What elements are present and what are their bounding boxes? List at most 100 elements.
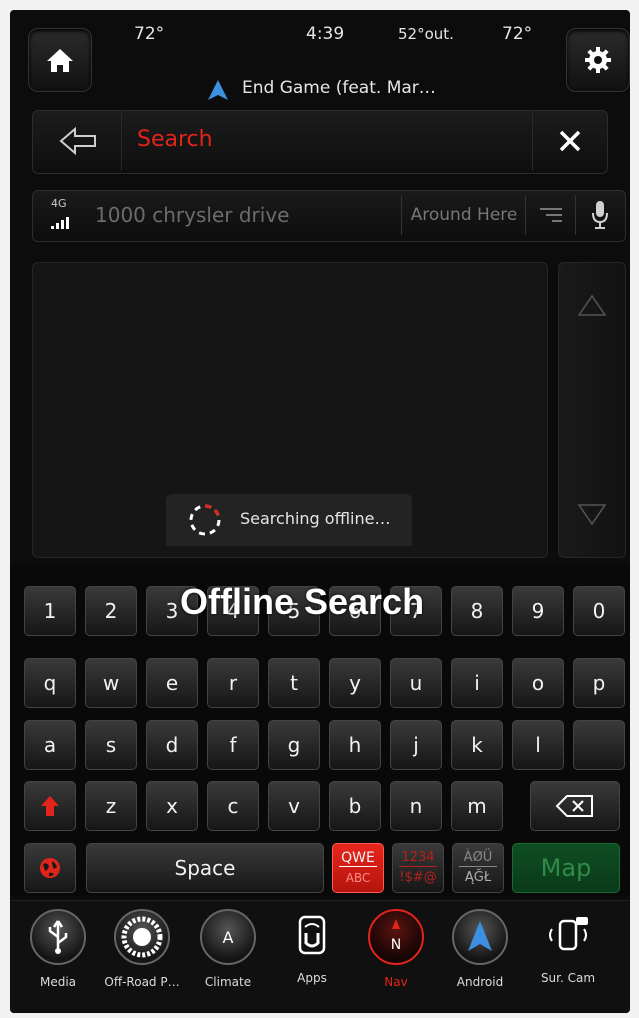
key-f[interactable]: f bbox=[207, 720, 259, 770]
layout-numbers-key[interactable]: 1234 !$#@ bbox=[392, 843, 444, 893]
dock-off-road-p[interactable]: Off-Road P… bbox=[102, 909, 182, 989]
key-blank[interactable] bbox=[573, 720, 625, 770]
voice-button[interactable] bbox=[575, 195, 624, 235]
back-button[interactable] bbox=[33, 111, 122, 171]
dock-apps[interactable]: Apps bbox=[272, 909, 352, 985]
list-icon bbox=[540, 208, 562, 222]
key-k[interactable]: k bbox=[451, 720, 503, 770]
layout-abc-label: ABC bbox=[345, 871, 371, 885]
backspace-icon bbox=[555, 795, 593, 817]
key-t[interactable]: t bbox=[268, 658, 320, 708]
close-button[interactable] bbox=[532, 111, 607, 171]
nav-arrow-icon bbox=[208, 80, 228, 100]
key-2[interactable]: 2 bbox=[85, 586, 137, 636]
key-h[interactable]: h bbox=[329, 720, 381, 770]
search-title: Search bbox=[137, 127, 213, 152]
key-q[interactable]: q bbox=[24, 658, 76, 708]
key-r[interactable]: r bbox=[207, 658, 259, 708]
shift-key[interactable] bbox=[24, 781, 76, 831]
layout-qwe-label: QWE bbox=[339, 850, 377, 867]
android-auto-icon bbox=[452, 909, 508, 965]
key-j[interactable]: j bbox=[390, 720, 442, 770]
dock-climate[interactable]: A Climate bbox=[188, 909, 268, 989]
bottom-dock: Media Off-Road P… A Climate Apps N Nav Android S… bbox=[10, 900, 630, 1013]
address-query: 1000 chrysler drive bbox=[95, 203, 290, 227]
key-g[interactable]: g bbox=[268, 720, 320, 770]
key-b[interactable]: b bbox=[329, 781, 381, 831]
layout-intl-bottom-label: ĄĞŁ bbox=[464, 870, 492, 885]
key-x[interactable]: x bbox=[146, 781, 198, 831]
key-u[interactable]: u bbox=[390, 658, 442, 708]
searching-status: Searching offline… bbox=[166, 494, 412, 546]
settings-button[interactable] bbox=[566, 28, 630, 92]
usb-icon bbox=[30, 909, 86, 965]
outside-temp: 52°out. bbox=[398, 25, 454, 43]
key-z[interactable]: z bbox=[85, 781, 137, 831]
tire-icon bbox=[114, 909, 170, 965]
key-0[interactable]: 0 bbox=[573, 586, 625, 636]
svg-text:A: A bbox=[223, 928, 234, 947]
search-bar: Search bbox=[32, 110, 608, 174]
layout-sym-label: !$#@ bbox=[399, 870, 437, 885]
key-9[interactable]: 9 bbox=[512, 586, 564, 636]
key-c[interactable]: c bbox=[207, 781, 259, 831]
network-label: 4G bbox=[51, 197, 67, 210]
key-1[interactable]: 1 bbox=[24, 586, 76, 636]
gear-icon bbox=[585, 47, 611, 73]
space-key[interactable]: Space bbox=[86, 843, 324, 893]
list-button[interactable] bbox=[525, 195, 576, 235]
key-8[interactable]: 8 bbox=[451, 586, 503, 636]
dock-media[interactable]: Media bbox=[18, 909, 98, 989]
now-playing[interactable]: End Game (feat. Mar… bbox=[242, 78, 436, 98]
dock-label: Climate bbox=[204, 975, 252, 989]
key-p[interactable]: p bbox=[573, 658, 625, 708]
scroll-down-icon[interactable] bbox=[577, 503, 607, 527]
apps-icon bbox=[286, 909, 338, 961]
map-key[interactable]: Map bbox=[512, 843, 620, 893]
microphone-icon bbox=[592, 201, 608, 229]
layout-international-key[interactable]: ÀØÜ ĄĞŁ bbox=[452, 843, 504, 893]
key-e[interactable]: e bbox=[146, 658, 198, 708]
key-w[interactable]: w bbox=[85, 658, 137, 708]
layout-qwe-key[interactable]: QWE ABC bbox=[332, 843, 384, 893]
key-y[interactable]: y bbox=[329, 658, 381, 708]
layout-intl-top-label: ÀØÜ bbox=[459, 850, 497, 867]
dock-sur-cam[interactable]: Sur. Cam bbox=[528, 909, 608, 985]
dock-nav[interactable]: N Nav bbox=[356, 909, 436, 989]
scrollbar[interactable] bbox=[558, 262, 626, 558]
around-here-button[interactable]: Around Here bbox=[401, 195, 526, 235]
clock: 4:39 bbox=[306, 24, 345, 44]
backspace-key[interactable] bbox=[530, 781, 620, 831]
address-input[interactable]: 4G 1000 chrysler drive Around Here bbox=[32, 190, 626, 242]
dock-label: Sur. Cam bbox=[540, 971, 596, 985]
globe-icon bbox=[40, 858, 60, 878]
home-icon bbox=[47, 49, 73, 72]
key-s[interactable]: s bbox=[85, 720, 137, 770]
language-key[interactable] bbox=[24, 843, 76, 893]
key-n[interactable]: n bbox=[390, 781, 442, 831]
dock-label: Nav bbox=[384, 975, 408, 989]
shift-arrow-icon bbox=[41, 796, 59, 816]
dock-label: Off-Road P… bbox=[104, 975, 180, 989]
dock-android[interactable]: Android bbox=[440, 909, 520, 989]
camera-icon bbox=[542, 909, 594, 961]
svg-text:N: N bbox=[391, 937, 401, 953]
signal-bars-icon bbox=[51, 217, 69, 229]
key-d[interactable]: d bbox=[146, 720, 198, 770]
scroll-up-icon[interactable] bbox=[577, 293, 607, 317]
back-arrow-icon bbox=[59, 127, 96, 155]
cabin-temp-left: 72° bbox=[134, 24, 165, 44]
key-i[interactable]: i bbox=[451, 658, 503, 708]
screen: 72° 4:39 52°out. 72° End Game (feat. Mar… bbox=[10, 10, 630, 1013]
climate-icon: A bbox=[200, 909, 256, 965]
close-icon bbox=[559, 130, 581, 152]
loading-spinner-icon bbox=[189, 504, 221, 536]
key-o[interactable]: o bbox=[512, 658, 564, 708]
searching-text: Searching offline… bbox=[240, 509, 391, 528]
key-l[interactable]: l bbox=[512, 720, 564, 770]
key-m[interactable]: m bbox=[451, 781, 503, 831]
key-a[interactable]: a bbox=[24, 720, 76, 770]
key-v[interactable]: v bbox=[268, 781, 320, 831]
compass-icon: N bbox=[368, 909, 424, 965]
home-button[interactable] bbox=[28, 28, 92, 92]
